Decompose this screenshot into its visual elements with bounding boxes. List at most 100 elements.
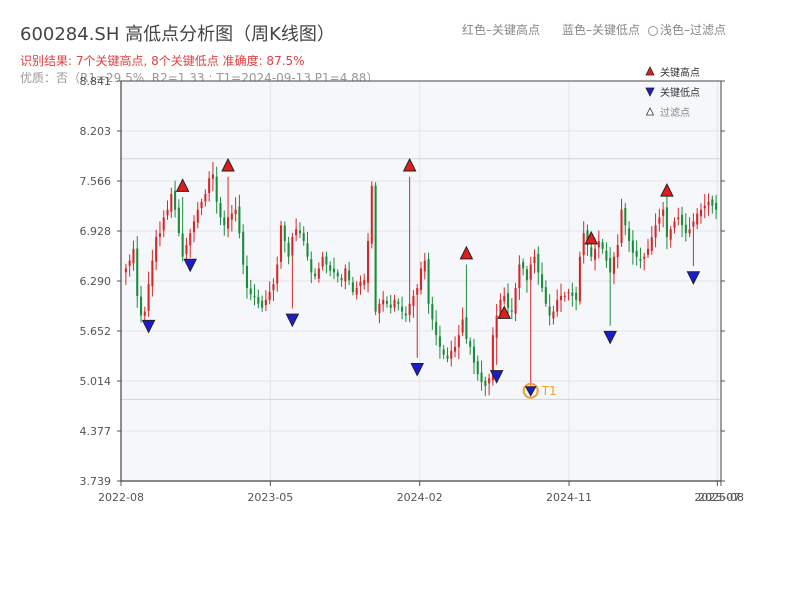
candle-body: [484, 380, 487, 387]
candle-body: [139, 296, 143, 316]
candlestick-chart: T1 3.739 4.377 5.014 5.652 6.290 6.928 7.566 8.…: [80, 66, 744, 504]
candle-body: [227, 217, 230, 229]
candle-body: [529, 264, 532, 280]
candle-body: [571, 292, 574, 296]
candle-body: [200, 201, 203, 209]
candle-body: [412, 295, 415, 306]
candle-body: [514, 288, 517, 314]
candle-body: [211, 174, 214, 179]
candle-body: [461, 319, 464, 333]
y-tick-label: 8.203: [80, 125, 112, 138]
candle-body: [556, 299, 559, 312]
candle-body: [476, 361, 479, 375]
candle-body: [314, 273, 317, 277]
candle-body: [446, 355, 449, 359]
candle-body: [590, 247, 593, 257]
legend-low-label: 关键低点: [660, 86, 700, 99]
candle-body: [408, 303, 411, 315]
legend-high-label: 关键高点: [660, 66, 700, 79]
t1-label: T1: [541, 384, 557, 398]
candle-body: [442, 349, 445, 355]
candle-body: [609, 257, 612, 273]
candle-body: [366, 241, 370, 283]
candle-body: [291, 237, 294, 256]
candle-body: [559, 295, 563, 301]
candle-body: [245, 265, 249, 289]
candle-body: [431, 304, 434, 320]
y-tick-label: 6.290: [80, 275, 112, 288]
candle-body: [378, 303, 381, 314]
candle-body: [253, 296, 256, 298]
candle-body: [208, 178, 211, 193]
candle-body: [711, 199, 714, 206]
candle-body: [401, 306, 404, 312]
candle-body: [389, 304, 392, 308]
candle-body: [158, 233, 161, 237]
candle-body: [204, 193, 207, 202]
candle-body: [351, 282, 354, 292]
candle-body: [374, 185, 377, 312]
candle-body: [397, 301, 400, 304]
candle-body: [631, 240, 634, 253]
candle-body: [136, 248, 139, 296]
candle-body: [264, 299, 267, 306]
candle-body: [336, 272, 339, 277]
candle-body: [612, 256, 615, 274]
candle-body: [283, 225, 286, 242]
legend-high-icon: [645, 66, 655, 76]
candle-body: [544, 287, 547, 304]
y-tick-label: 3.739: [80, 475, 112, 488]
candle-body: [450, 350, 453, 359]
x-tick-label: 2022-08: [98, 491, 144, 504]
candle-body: [620, 209, 623, 243]
candle-body: [688, 229, 691, 234]
candle-body: [310, 259, 313, 273]
candle-body: [696, 213, 699, 225]
candle-body: [575, 292, 578, 300]
candle-body: [646, 248, 650, 255]
candle-body: [662, 209, 665, 216]
candle-body: [715, 202, 718, 210]
candle-body: [385, 300, 388, 304]
candle-body: [665, 207, 668, 238]
candle-body: [669, 229, 672, 240]
candle-body: [242, 231, 245, 265]
candle-body: [181, 233, 184, 257]
candle-body: [196, 209, 199, 223]
candle-body: [522, 262, 525, 269]
candle-body: [192, 221, 196, 233]
candle-body: [503, 295, 506, 302]
y-tick-label: 6.928: [80, 225, 112, 238]
candle-body: [582, 233, 585, 256]
candle-body: [578, 256, 581, 302]
candle-body: [317, 268, 320, 279]
candle-body: [325, 256, 328, 265]
candle-body: [321, 256, 324, 267]
candle-body: [329, 265, 332, 271]
x-tick-label: 2024-02: [397, 491, 443, 504]
candle-body: [692, 221, 695, 227]
y-tick-label: 8.841: [80, 75, 112, 88]
candle-body: [382, 299, 385, 305]
candle-body: [279, 225, 283, 262]
candle-body: [306, 243, 309, 257]
candle-body: [272, 284, 275, 291]
candle-body: [249, 288, 252, 295]
candle-body: [128, 260, 131, 266]
candle-body: [703, 205, 706, 209]
candle-body: [457, 335, 460, 348]
candle-body: [635, 250, 638, 257]
candle-body: [404, 313, 407, 316]
candle-body: [506, 293, 510, 308]
candle-body: [567, 291, 570, 294]
candle-body: [189, 233, 192, 246]
candle-body: [393, 299, 396, 308]
candle-body: [219, 202, 222, 218]
candle-body: [601, 242, 604, 249]
candle-body: [359, 281, 362, 287]
candle-body: [238, 206, 241, 234]
y-tick-label: 4.377: [80, 425, 112, 438]
candle-body: [344, 268, 347, 282]
candle-body: [435, 321, 438, 336]
candle-body: [174, 190, 177, 210]
